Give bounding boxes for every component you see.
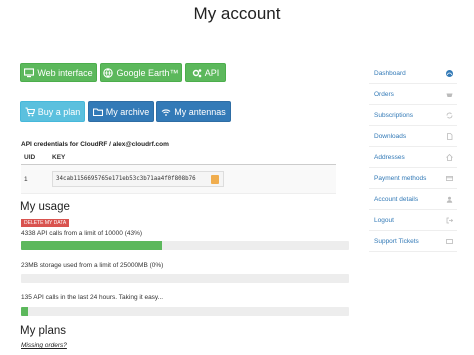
ticket-icon bbox=[446, 238, 453, 245]
api-key-value: 34cab1156695765e171eb53c3b71aa4f0f808b76 bbox=[56, 176, 196, 182]
google-earth-label: Google Earth™ bbox=[116, 67, 179, 78]
basket-icon bbox=[446, 91, 453, 98]
sidebar-item-label: Account details bbox=[374, 195, 419, 203]
google-earth-button[interactable]: Google Earth™ bbox=[100, 63, 182, 82]
buy-plan-button[interactable]: Buy a plan bbox=[20, 101, 85, 122]
sidebar-item-orders[interactable]: Orders bbox=[369, 84, 457, 105]
delete-data-button[interactable]: DELETE MY DATA bbox=[21, 219, 70, 227]
storage-progress bbox=[21, 274, 349, 283]
sidebar-item-label: Addresses bbox=[374, 153, 405, 161]
logout-icon bbox=[446, 217, 453, 224]
api-key-field[interactable]: 34cab1156695765e171eb53c3b71aa4f0f808b76 bbox=[52, 171, 224, 187]
my-antennas-label: My antennas bbox=[174, 106, 226, 117]
sidebar-item-label: Subscriptions bbox=[374, 111, 414, 119]
uid-cell: 1 bbox=[24, 175, 28, 183]
web-interface-button[interactable]: Web interface bbox=[20, 63, 97, 82]
api-button[interactable]: API bbox=[185, 63, 226, 82]
my-antennas-button[interactable]: My antennas bbox=[156, 101, 231, 122]
sidebar-item-label: Downloads bbox=[374, 132, 407, 140]
file-icon bbox=[446, 132, 453, 140]
sidebar-item-label: Logout bbox=[374, 216, 394, 224]
dashboard-icon bbox=[446, 69, 453, 77]
wifi-icon bbox=[161, 108, 171, 116]
cart-icon bbox=[25, 106, 35, 116]
table-header: UID KEY bbox=[21, 150, 336, 165]
sidebar-item-label: Dashboard bbox=[374, 69, 406, 77]
key-column-header: KEY bbox=[52, 153, 66, 161]
page-title: My account bbox=[193, 4, 281, 23]
usage-heading: My usage bbox=[20, 201, 70, 213]
uid-column-header: UID bbox=[24, 153, 36, 161]
api-credentials-title: API credentials for CloudRF / alex@cloud… bbox=[21, 141, 169, 148]
account-sidebar: Dashboard Orders Subscriptions Downloads… bbox=[369, 63, 457, 252]
sidebar-item-label: Payment methods bbox=[374, 174, 427, 182]
user-icon bbox=[446, 196, 453, 203]
api-calls-text: 4338 API calls from a limit of 10000 (43… bbox=[21, 230, 143, 237]
sidebar-item-downloads[interactable]: Downloads bbox=[369, 126, 457, 147]
sidebar-item-addresses[interactable]: Addresses bbox=[369, 147, 457, 168]
card-icon bbox=[446, 175, 453, 182]
last24-progress bbox=[21, 307, 349, 316]
buy-plan-label: Buy a plan bbox=[37, 106, 81, 117]
my-archive-label: My archive bbox=[105, 106, 150, 117]
my-archive-button[interactable]: My archive bbox=[88, 101, 154, 122]
gears-icon bbox=[192, 68, 202, 77]
globe-icon bbox=[103, 67, 114, 78]
api-credentials-table: UID KEY 1 34cab1156695765e171eb53c3b71aa… bbox=[21, 150, 336, 194]
sidebar-item-label: Support Tickets bbox=[374, 237, 419, 245]
sidebar-item-subscriptions[interactable]: Subscriptions bbox=[369, 105, 457, 126]
plans-heading: My plans bbox=[20, 325, 67, 337]
sidebar-item-payment-methods[interactable]: Payment methods bbox=[369, 168, 457, 189]
last24-text: 135 API calls in the last 24 hours. Taki… bbox=[21, 294, 164, 301]
sidebar-item-logout[interactable]: Logout bbox=[369, 210, 457, 231]
sidebar-item-label: Orders bbox=[374, 90, 394, 98]
missing-orders-link[interactable]: Missing orders? bbox=[21, 342, 67, 349]
copy-icon[interactable] bbox=[211, 175, 219, 184]
web-interface-label: Web interface bbox=[37, 67, 93, 78]
sidebar-item-support-tickets[interactable]: Support Tickets bbox=[369, 231, 457, 252]
api-label: API bbox=[204, 67, 220, 78]
storage-text: 23MB storage used from a limit of 25000M… bbox=[21, 262, 164, 269]
folder-icon bbox=[92, 107, 103, 116]
api-calls-progress bbox=[21, 241, 349, 250]
monitor-icon bbox=[24, 67, 35, 77]
home-icon bbox=[446, 153, 453, 161]
table-row: 1 34cab1156695765e171eb53c3b71aa4f0f808b… bbox=[21, 165, 336, 194]
sidebar-item-dashboard[interactable]: Dashboard bbox=[369, 63, 457, 84]
refresh-icon bbox=[446, 112, 453, 119]
sidebar-item-account-details[interactable]: Account details bbox=[369, 189, 457, 210]
